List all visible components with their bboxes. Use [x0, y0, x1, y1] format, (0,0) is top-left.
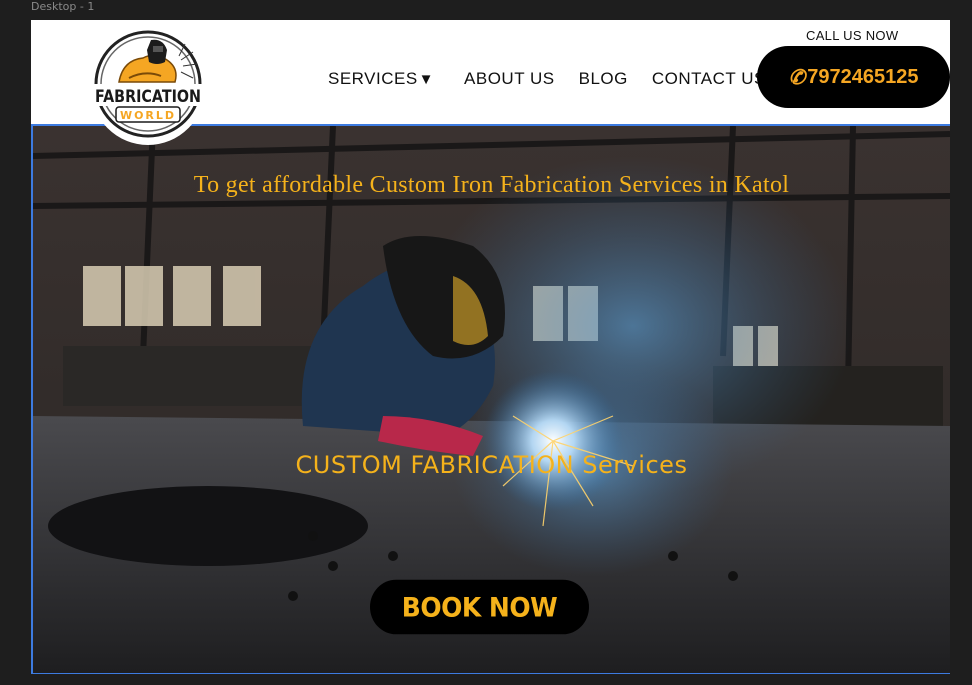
frame-label: Desktop - 1	[31, 0, 95, 13]
logo-line1: FABRICATION	[95, 87, 201, 107]
nav-item-blog[interactable]: BLOG	[579, 69, 628, 89]
call-us-label: CALL US NOW	[806, 28, 899, 43]
book-now-button[interactable]: BOOK NOW	[370, 579, 589, 635]
chevron-down-icon: ▼	[418, 71, 435, 88]
hero-tagline: To get affordable Custom Iron Fabricatio…	[193, 172, 790, 198]
logo-line2: WORLD	[120, 109, 176, 122]
hero-section: To get affordable Custom Iron Fabricatio…	[31, 124, 950, 674]
nav-item-contact-us[interactable]: CONTACT US	[652, 69, 766, 89]
nav-item-services[interactable]: SERVICES▼	[328, 69, 434, 89]
phone-button[interactable]: ✆ 7972465125	[757, 46, 950, 108]
logo[interactable]: FABRICATION WORLD	[89, 30, 207, 146]
hero-title: CUSTOM FABRICATION Services	[295, 451, 688, 479]
logo-badge-icon: FABRICATION WORLD	[91, 30, 205, 145]
nav-services-label: SERVICES	[328, 69, 418, 88]
nav-item-about-us[interactable]: ABOUT US	[464, 69, 555, 89]
main-nav: SERVICES▼ ABOUT US BLOG CONTACT US	[328, 69, 790, 89]
site-header: FABRICATION WORLD SERVICES▼ ABOUT US BLO…	[31, 20, 950, 145]
phone-number: 7972465125	[807, 65, 919, 88]
phone-icon: ✆	[788, 66, 806, 89]
page-canvas: FABRICATION WORLD SERVICES▼ ABOUT US BLO…	[31, 20, 950, 674]
